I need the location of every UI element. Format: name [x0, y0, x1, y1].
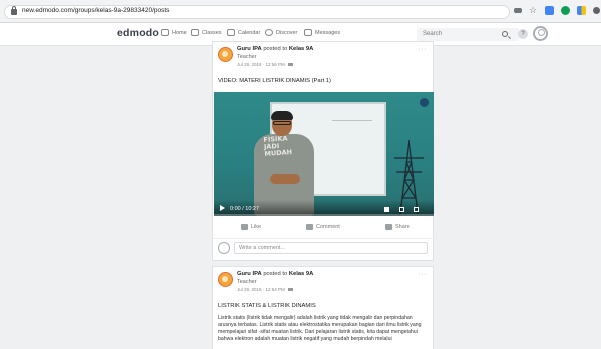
post-date-text: Jul 29, 2018 · 12:56 PM — [237, 62, 285, 67]
like-label: Like — [251, 224, 262, 230]
comment-input[interactable]: Write a comment... — [234, 242, 428, 254]
key-icon[interactable] — [514, 8, 522, 13]
star-icon[interactable]: ☆ — [529, 6, 538, 15]
hair — [271, 111, 293, 120]
nav-messages-label: Messages — [315, 29, 341, 36]
video-controls: 0:00 / 10:27 — [214, 200, 434, 216]
lock-icon — [11, 6, 17, 15]
nav-discover-label: Discover — [276, 29, 298, 36]
post-body: Listrik statis (listrik tidak mengalir) … — [218, 315, 422, 342]
nav-calendar[interactable]: Calendar — [227, 29, 260, 36]
nav-classes-label: Classes — [202, 29, 222, 36]
search-placeholder: Search — [423, 31, 443, 37]
post-author[interactable]: Guru IPA — [237, 46, 262, 52]
nav-home-label: Home — [172, 29, 187, 36]
extension-gray-icon[interactable] — [593, 7, 600, 14]
poster-avatar[interactable] — [218, 47, 233, 62]
video-progress-track[interactable] — [214, 214, 434, 216]
post-header: Guru IPA posted to Kelas 9A — [237, 46, 313, 53]
post-author[interactable]: Guru IPA — [237, 271, 262, 277]
extension-flag-icon[interactable] — [577, 6, 586, 15]
shirt-text: FISIKA JADI MUDAH — [263, 134, 292, 158]
share-label: Share — [395, 224, 410, 230]
nav-messages[interactable]: Messages — [304, 29, 340, 36]
video-player[interactable]: FISIKA JADI MUDAH 0:00 / 10:27 — [214, 92, 434, 216]
posted-to-text: posted to — [263, 271, 288, 277]
volume-icon[interactable] — [384, 207, 389, 212]
nav-home[interactable]: Home — [161, 29, 187, 36]
visibility-icon — [288, 63, 294, 66]
visibility-icon — [288, 288, 294, 291]
posted-to-text: posted to — [263, 46, 288, 52]
post-title: LISTRIK STATIS & LISTRIK DINAMIS — [218, 303, 316, 309]
comment-button[interactable]: Comment — [306, 224, 340, 230]
post-date: Jul 29, 2018 · 12:56 PM — [237, 62, 294, 67]
post-text: VIDEO: MATERI LISTRIK DINAMIS (Part 1) — [218, 78, 331, 84]
extension-blue-icon[interactable] — [545, 6, 554, 15]
poster-avatar[interactable] — [218, 272, 233, 287]
nav-classes[interactable]: Classes — [191, 29, 222, 36]
comment-icon — [306, 224, 313, 230]
messages-icon — [304, 29, 312, 36]
share-icon — [385, 224, 392, 230]
like-icon — [241, 224, 248, 230]
help-icon[interactable]: ? — [518, 29, 528, 39]
post-actions: Like Comment Share — [213, 223, 435, 233]
fullscreen-icon[interactable] — [414, 207, 419, 212]
browser-toolbar: new.edmodo.com/groups/kelas-9a-29833420/… — [0, 0, 601, 23]
video-time: 0:00 / 10:27 — [230, 206, 260, 212]
extension-icons: ☆ — [514, 6, 600, 15]
post-header: Guru IPA posted to Kelas 9A — [237, 271, 313, 278]
post-group[interactable]: Kelas 9A — [289, 46, 314, 52]
commenter-avatar — [218, 242, 230, 254]
classes-icon — [191, 29, 199, 36]
calendar-icon — [227, 29, 235, 36]
post-date: Jul 29, 2018 · 12:54 PM — [237, 287, 294, 292]
nav-discover[interactable]: Discover — [265, 29, 297, 36]
settings-icon[interactable] — [399, 207, 404, 212]
discover-icon — [265, 29, 273, 36]
like-button[interactable]: Like — [241, 224, 261, 230]
post-role: Teacher — [237, 279, 257, 285]
post-card: Guru IPA posted to Kelas 9A Teacher Jul … — [212, 41, 435, 261]
play-icon[interactable] — [220, 205, 225, 211]
hands — [270, 174, 300, 184]
search-icon[interactable] — [502, 31, 508, 37]
glasses — [273, 121, 291, 125]
edmodo-logo[interactable]: edmodo — [117, 27, 159, 39]
more-options-icon[interactable]: ··· — [419, 46, 428, 53]
nav-calendar-label: Calendar — [238, 29, 261, 36]
extension-green-icon[interactable] — [561, 6, 570, 15]
post-role: Teacher — [237, 54, 257, 60]
url-text[interactable]: new.edmodo.com/groups/kelas-9a-29833420/… — [22, 7, 169, 14]
share-button[interactable]: Share — [385, 224, 410, 230]
home-icon — [161, 29, 169, 36]
more-options-icon[interactable]: ··· — [419, 271, 428, 278]
comment-row: Write a comment... — [213, 238, 435, 256]
post-card: Guru IPA posted to Kelas 9A Teacher Jul … — [212, 266, 434, 349]
user-avatar[interactable] — [533, 26, 548, 41]
post-date-text: Jul 29, 2018 · 12:54 PM — [237, 287, 285, 292]
channel-logo-icon — [420, 98, 429, 107]
comment-label: Comment — [316, 224, 340, 230]
post-group[interactable]: Kelas 9A — [289, 271, 314, 277]
address-bar[interactable]: new.edmodo.com/groups/kelas-9a-29833420/… — [4, 5, 510, 19]
